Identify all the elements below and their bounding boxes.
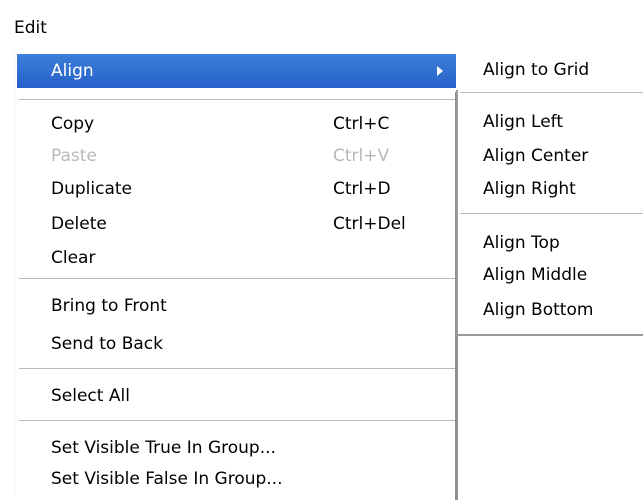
menu-item-shortcut: Ctrl+Del: [333, 214, 406, 234]
menu-item-send-to-back[interactable]: Send to Back: [17, 328, 458, 360]
menu-item-set-visible-true[interactable]: Set Visible True In Group...: [17, 432, 458, 464]
menu-item-label: Copy: [51, 114, 95, 134]
menu-item-label: Duplicate: [51, 179, 132, 199]
menu-item-label: Align: [51, 61, 94, 81]
menu-item-bring-to-front[interactable]: Bring to Front: [17, 290, 458, 322]
submenu-item-label: Align Bottom: [483, 300, 594, 320]
menu-item-delete[interactable]: Delete Ctrl+Del: [17, 208, 458, 240]
submenu-item-label: Align Top: [483, 233, 560, 253]
submenu-item-label: Align to Grid: [483, 60, 590, 80]
edit-dropdown-menu: Align Copy Ctrl+C Paste Ctrl+V Duplicate…: [14, 52, 460, 497]
menu-item-label: Send to Back: [51, 334, 163, 354]
menu-separator: [19, 368, 456, 370]
submenu-item-label: Align Right: [483, 179, 576, 199]
submenu-separator: [460, 213, 643, 215]
edit-menu-title[interactable]: Edit: [14, 18, 47, 38]
menu-separator: [19, 278, 456, 280]
menu-item-shortcut: Ctrl+V: [333, 146, 390, 166]
submenu-item-align-right[interactable]: Align Right: [456, 173, 643, 205]
menu-item-label: Set Visible True In Group...: [51, 438, 276, 458]
menu-item-align[interactable]: Align: [17, 54, 458, 88]
edit-menu-screenshot: Edit Align Copy Ctrl+C Paste Ctrl+V Dupl…: [0, 0, 643, 500]
menu-item-label: Paste: [51, 146, 97, 166]
menu-item-label: Delete: [51, 214, 107, 234]
submenu-item-align-bottom[interactable]: Align Bottom: [456, 294, 643, 326]
align-submenu: Align to Grid Align Left Align Center Al…: [456, 52, 643, 336]
menu-item-set-visible-false[interactable]: Set Visible False In Group...: [17, 463, 458, 495]
submenu-item-align-top[interactable]: Align Top: [456, 227, 643, 259]
submenu-arrow-icon: [437, 66, 443, 76]
menu-item-clear[interactable]: Clear: [17, 242, 458, 274]
submenu-left-edge: [456, 90, 458, 336]
menu-item-shortcut: Ctrl+C: [333, 114, 390, 134]
menu-item-duplicate[interactable]: Duplicate Ctrl+D: [17, 173, 458, 205]
menu-separator: [19, 420, 456, 422]
menu-separator: [19, 99, 456, 101]
submenu-item-align-center[interactable]: Align Center: [456, 140, 643, 172]
submenu-item-label: Align Middle: [483, 265, 588, 285]
submenu-bottom-edge: [456, 334, 643, 336]
submenu-item-align-to-grid[interactable]: Align to Grid: [456, 54, 643, 86]
submenu-item-align-left[interactable]: Align Left: [456, 106, 643, 138]
submenu-separator: [460, 92, 643, 94]
menu-item-copy[interactable]: Copy Ctrl+C: [17, 108, 458, 140]
submenu-item-align-middle[interactable]: Align Middle: [456, 259, 643, 291]
submenu-item-label: Align Left: [483, 112, 564, 132]
menu-item-shortcut: Ctrl+D: [333, 179, 391, 199]
menu-item-paste: Paste Ctrl+V: [17, 140, 458, 172]
menu-item-label: Select All: [51, 386, 130, 406]
submenu-item-label: Align Center: [483, 146, 589, 166]
menu-item-select-all[interactable]: Select All: [17, 380, 458, 412]
menu-item-label: Bring to Front: [51, 296, 167, 316]
menu-item-label: Clear: [51, 248, 96, 268]
menu-item-label: Set Visible False In Group...: [51, 469, 283, 489]
